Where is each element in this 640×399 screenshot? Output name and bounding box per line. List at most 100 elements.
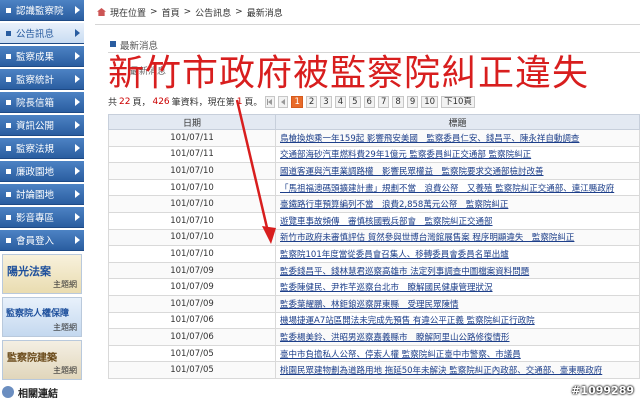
page-button[interactable]: 1	[291, 95, 303, 108]
page-button[interactable]: 9	[406, 95, 419, 108]
chevron-right-icon	[75, 6, 80, 14]
row-title-link[interactable]: 監委陳健民、尹祚芊巡察台北市 瞭解國民健康管理狀況	[275, 278, 640, 296]
banner-architecture[interactable]: 監察院建築 主題網	[2, 340, 82, 380]
column-header-title[interactable]: 標題	[275, 114, 640, 130]
paging-suffix: 頁。	[244, 98, 263, 108]
row-title-link[interactable]: 國道客運與汽車業調路權 影響民眾權益 監察院要求交通部檢討改善	[275, 162, 640, 180]
row-date: 101/07/11	[108, 129, 276, 147]
next-10-pages-button[interactable]: 下10頁	[441, 95, 475, 108]
row-date: 101/07/10	[108, 228, 276, 247]
row-title-link[interactable]: 臺中市負擔私人公帑、停索人權 監察院糾正臺中市警察、市議員	[275, 344, 640, 363]
sidebar-item[interactable]: 監察成果	[0, 46, 84, 67]
first-page-icon[interactable]	[265, 95, 276, 108]
table-row: 101/07/10 新竹市政府未審慎評估 貿然參與世博台灣館展售案 程序明顯違失 …	[108, 228, 640, 247]
row-title-link[interactable]: 鳥槍換炮乘一年159起 影響飛安美國 監察委員仁安、錢昌平、陳永祥自動調查	[275, 129, 640, 147]
bullet-icon	[6, 168, 11, 174]
chevron-right-icon	[75, 190, 80, 198]
chevron-right-icon	[75, 236, 80, 244]
row-date: 101/07/09	[108, 261, 276, 280]
sidebar-item-label: 廉政園地	[16, 167, 55, 178]
paging-mid2: 筆資料，現在第	[171, 98, 235, 108]
row-title-link[interactable]: 監委葉耀鵬、林鉅鋃巡察屏東縣 受理民眾陳情	[275, 294, 640, 313]
breadcrumb-announcements[interactable]: 公告訊息	[195, 6, 231, 19]
chevron-right-icon	[75, 167, 80, 175]
page-button[interactable]: 6	[363, 95, 375, 108]
chevron-right-icon	[75, 144, 80, 152]
row-date: 101/07/09	[108, 294, 276, 313]
breadcrumb-home[interactable]: 首頁	[162, 6, 180, 19]
sidebar-item[interactable]: 會員登入	[0, 230, 84, 251]
paging-current: 1	[236, 96, 243, 107]
row-title-link[interactable]: 桃園民眾建物劃為道路用地 拖延50年未解決 監察院糾正內政部、交通部、臺東縣政府	[275, 361, 640, 379]
table-row: 101/07/11 交通部海砂汽車燃料費29年1億元 監察委員糾正交通部 監察院糾…	[108, 145, 640, 164]
row-title-link[interactable]: 監委錢昌平、錢林慧君巡察高雄市 法定列事調查中圖檔案資料問題	[275, 261, 640, 280]
column-header-date[interactable]: 日期	[108, 114, 276, 130]
sidebar-item[interactable]: 資訊公開	[0, 115, 84, 136]
row-title-link[interactable]: 監察院101年度當從委員會召集人、移轉委員會委員名單出爐	[275, 245, 640, 263]
sidebar-item[interactable]: 監察法規	[0, 138, 84, 159]
table-header-row: 日期 標題	[108, 114, 640, 130]
related-links[interactable]: 相關連結	[2, 384, 82, 399]
row-title-link[interactable]: 交通部海砂汽車燃料費29年1億元 監察委員糾正交通部 監察院糾正	[275, 145, 640, 164]
chevron-right-icon	[75, 29, 80, 37]
banner-sunshine-title: 陽光法案	[7, 265, 51, 278]
bullet-icon	[6, 53, 11, 59]
sidebar-item[interactable]: 監察統計	[0, 69, 84, 90]
breadcrumb-sep: >	[150, 7, 158, 17]
bullet-icon	[6, 76, 11, 82]
row-date: 101/07/06	[108, 328, 276, 346]
paging-mid: 頁，	[132, 98, 151, 108]
overlay-caption: 新竹市政府被監察院糾正違失	[108, 53, 590, 94]
page-button[interactable]: 4	[334, 95, 347, 108]
sidebar-item-label: 公告訊息	[16, 29, 55, 40]
page-root: 認識監察院 公告訊息 監察成果 監察統計 院長信箱 資訊公開 監察法規 廉政園地 討論園地 影音專…	[0, 0, 640, 399]
page-button[interactable]: 7	[377, 95, 390, 108]
banner-sunshine[interactable]: 陽光法案 主題網	[2, 254, 82, 294]
row-date: 101/07/05	[108, 361, 276, 379]
page-button[interactable]: 8	[392, 95, 404, 108]
paging-total-pages: 22	[119, 96, 131, 107]
banner-human-rights[interactable]: 監察院人權保障 主題網	[2, 297, 82, 337]
page-button[interactable]: 2	[305, 95, 318, 108]
table-row: 101/07/05 桃園民眾建物劃為道路用地 拖延50年未解決 監察院糾正內政部、…	[108, 361, 640, 379]
breadcrumb: 現在位置 > 首頁 > 公告訊息 > 最新消息	[97, 5, 283, 19]
sidebar-item-label: 資訊公開	[16, 121, 55, 132]
banner-human-rights-title: 監察院人權保障	[6, 309, 70, 319]
table-row: 101/07/10 監察院101年度當從委員會召集人、移轉委員會委員名單出爐	[108, 245, 640, 263]
sidebar-item[interactable]: 認識監察院	[0, 0, 84, 21]
globe-icon	[2, 386, 14, 398]
sidebar-item[interactable]: 影音專區	[0, 207, 84, 228]
sidebar-item[interactable]: 討論園地	[0, 184, 84, 205]
row-title-link[interactable]: 機場捷運A7站區開法未完成先預售 有違公平正義 監察院糾正行政院	[275, 311, 640, 330]
bullet-icon	[6, 7, 11, 13]
table-row: 101/07/09 監委陳健民、尹祚芊巡察台北市 瞭解國民健康管理狀況	[108, 278, 640, 296]
home-icon	[97, 8, 106, 16]
table-row: 101/07/06 機場捷運A7站區開法未完成先預售 有違公平正義 監察院糾正行政…	[108, 311, 640, 330]
row-title-link[interactable]: 監委楊美鈴、洪昭男巡察嘉義縣市 瞭解阿里山公路修復情形	[275, 328, 640, 346]
sidebar-item-label: 會員登入	[16, 236, 55, 247]
row-title-link[interactable]: 新竹市政府未審慎評估 貿然參與世博台灣館展售案 程序明顯違失 監察院糾正	[275, 228, 640, 247]
sidebar-item[interactable]: 廉政園地	[0, 161, 84, 182]
page-button[interactable]: 5	[349, 95, 361, 108]
pagination: 共 22 頁， 426 筆資料，現在第 1 頁。 1 2 3 4 5 6 7 8 9 10 下10…	[108, 95, 475, 108]
bullet-icon	[6, 145, 11, 151]
row-date: 101/07/05	[108, 344, 276, 363]
sidebar-item-label: 討論園地	[16, 190, 55, 201]
related-links-label: 相關連結	[18, 388, 58, 399]
row-date: 101/07/09	[108, 278, 276, 296]
row-date: 101/07/10	[108, 195, 276, 213]
breadcrumb-latest: 最新消息	[246, 8, 283, 19]
row-title-link[interactable]: 遊覽車事故頻傳 審慎核國戰兵部會 監察院糾正交通部	[275, 211, 640, 230]
row-title-link[interactable]: 「馬祖福澳碼頭擴建計畫」規劃不當 浪費公帑 又養殖 監察院糾正交通部、連江縣政府	[275, 178, 640, 197]
row-title-link[interactable]: 臺鐵路行車預算編列不當 浪費2,858萬元公帑 監察院糾正	[275, 195, 640, 213]
page-button[interactable]: 3	[320, 95, 332, 108]
table-row: 101/07/06 監委楊美鈴、洪昭男巡察嘉義縣市 瞭解阿里山公路修復情形	[108, 328, 640, 346]
sidebar-item-label: 監察統計	[16, 75, 55, 86]
sidebar-item[interactable]: 公告訊息	[0, 23, 84, 44]
bullet-icon	[6, 191, 11, 197]
page-button[interactable]: 10	[421, 95, 439, 108]
table-row: 101/07/11 鳥槍換炮乘一年159起 影響飛安美國 監察委員仁安、錢昌平、陳…	[108, 129, 640, 147]
sidebar-item[interactable]: 院長信箱	[0, 92, 84, 113]
prev-page-icon[interactable]	[278, 95, 289, 108]
sidebar-item-label: 影音專區	[16, 213, 55, 224]
